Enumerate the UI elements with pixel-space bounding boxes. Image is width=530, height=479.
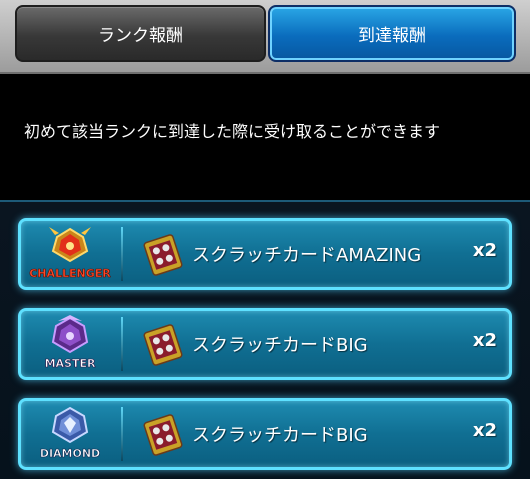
tab-reach-reward[interactable]: 到達報酬 (268, 5, 516, 62)
rank-label: CHALLENGER (29, 267, 111, 280)
item-name: スクラッチカードBIG (192, 425, 368, 446)
reward-row-challenger[interactable]: CHALLENGER スクラッチカードAMAZING x2 (18, 218, 512, 290)
scratch-card-icon (143, 414, 183, 456)
row-divider (121, 227, 123, 281)
row-divider (121, 317, 123, 371)
item-name: スクラッチカードBIG (192, 335, 368, 356)
rank-label: DIAMOND (40, 447, 100, 460)
reward-row-diamond[interactable]: DIAMOND スクラッチカードBIG x2 (18, 398, 512, 470)
scratch-card-icon (143, 324, 183, 366)
rank-label: MASTER (45, 357, 96, 370)
item-name: スクラッチカードAMAZING (192, 245, 422, 266)
tab-rank-reward[interactable]: ランク報酬 (15, 5, 266, 62)
row-divider (121, 407, 123, 461)
diamond-rank-badge: DIAMOND (40, 406, 100, 460)
challenger-rank-badge: CHALLENGER (29, 227, 112, 280)
reward-row-master[interactable]: MASTER スクラッチカードBIG x2 (18, 308, 512, 380)
item-quantity: x2 (472, 420, 497, 441)
tab-reach-reward-label: 到達報酬 (358, 26, 426, 46)
item-quantity: x2 (472, 240, 497, 261)
item-quantity: x2 (472, 330, 497, 351)
master-rank-badge: MASTER (44, 315, 96, 370)
scratch-card-icon (143, 234, 183, 276)
description-text: 初めて該当ランクに到達した際に受け取ることができます (24, 122, 441, 141)
reward-list: CHALLENGER スクラッチカードAMAZING x2 MASTER スクラ… (0, 200, 530, 479)
tab-bar: ランク報酬 到達報酬 (0, 0, 530, 74)
tab-rank-reward-label: ランク報酬 (98, 26, 183, 46)
